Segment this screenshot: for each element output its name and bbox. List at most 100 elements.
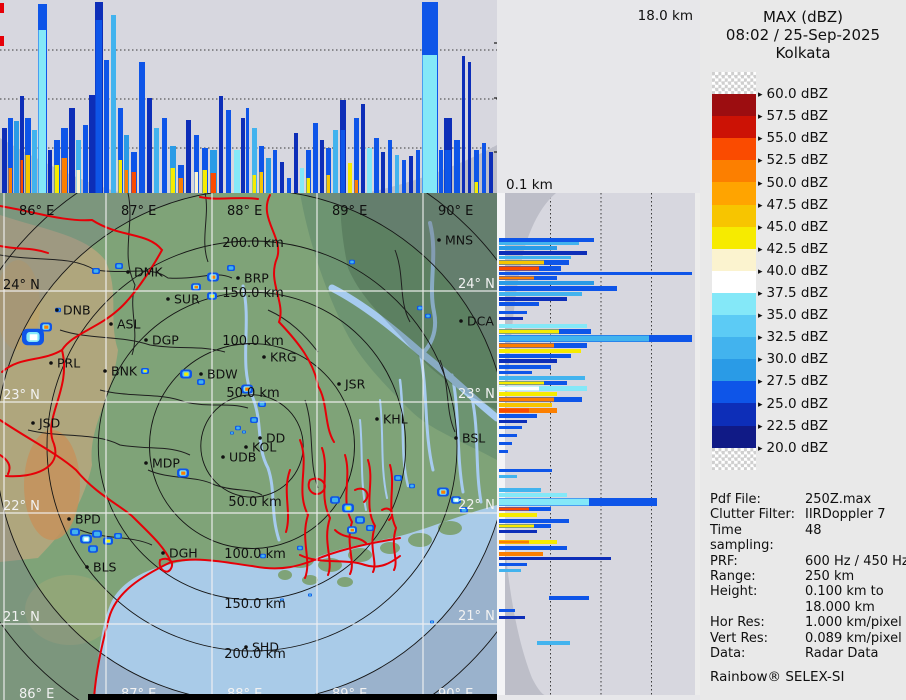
station-label-BNK: BNK [111, 364, 138, 379]
echo-bar [499, 563, 527, 566]
metadata-label: PRF: [710, 553, 738, 569]
station-dot-UDB [221, 455, 225, 459]
lat-labels-right-item: 21° N [458, 609, 495, 624]
station-dot-BSL [454, 436, 458, 440]
station-dot-PRL [49, 361, 53, 365]
echo-spike [361, 104, 365, 193]
legend-swatch [712, 248, 756, 271]
echo-spike-core [444, 150, 451, 193]
echo-spike [83, 125, 88, 193]
product-station: Kolkata [775, 44, 831, 62]
echo-bar-core [499, 540, 529, 544]
metadata-value: 1.000 km/pixel [805, 615, 902, 631]
echo-bar [499, 450, 508, 453]
station-label-DGP: DGP [152, 333, 179, 348]
legend-swatch [712, 226, 756, 249]
echo-spike-core [306, 178, 310, 193]
echo-bar [499, 302, 539, 306]
echo-spike [219, 96, 223, 193]
legend-arrow-icon: ▸ [758, 355, 763, 366]
echo-bar-core [499, 386, 539, 391]
echo-spike-core [54, 165, 59, 193]
legend-arrow-icon: ▸ [758, 289, 763, 299]
echo-spike [489, 152, 493, 193]
station-label-UDB: UDB [229, 450, 256, 465]
echo-bar [499, 414, 537, 418]
legend-label-text: 20.0 dBZ [766, 439, 828, 456]
legend-swatch [712, 403, 756, 426]
legend-label: ▸ 42.5 dBZ [758, 241, 828, 257]
echo-spike [482, 143, 486, 193]
lon-labels-top-item: 90° E [438, 204, 473, 219]
ring-labels-top-item: 150.0 km [222, 286, 284, 301]
software-brand: Rainbow® SELEX-SI [710, 669, 845, 686]
echo-spike [14, 121, 19, 193]
ring-labels-top-item: 200.0 km [222, 236, 284, 251]
height-min-label: 0.1 km [506, 177, 553, 193]
echo-spike [454, 140, 460, 193]
echo-spike [300, 168, 304, 193]
echo-bar [499, 238, 594, 242]
echo-bar-core [499, 276, 534, 280]
echo-spike [69, 108, 75, 193]
echo-bar [499, 359, 557, 363]
echo-bar [499, 609, 515, 612]
echo-bar [499, 569, 521, 572]
metadata-row: 18.000 km [710, 600, 902, 615]
echo-blob-core [346, 506, 351, 510]
legend-label-text: 22.5 dBZ [766, 417, 828, 434]
echo-blob-core [441, 490, 446, 494]
legend-label: ▸ 32.5 dBZ [758, 329, 828, 345]
echo-spike [139, 62, 145, 193]
station-dot-JSD [31, 421, 35, 425]
station-dot-KHL [375, 417, 379, 421]
echo-bar [499, 493, 567, 497]
echo-blob-core [84, 537, 89, 541]
echo-blob-core [350, 528, 354, 532]
echo-bar [499, 434, 517, 437]
lon-labels-top-item: 88° E [227, 204, 262, 219]
lat-labels-right-item: 23° N [458, 387, 495, 402]
echo-spike [367, 148, 372, 193]
legend-label: ▸ 22.5 dBZ [758, 418, 828, 434]
echo-bar-core [499, 335, 649, 342]
echo-spike-core [170, 168, 175, 193]
echo-blob-core [184, 372, 189, 376]
legend-swatch [712, 359, 756, 382]
echo-bar [499, 442, 512, 445]
ring-labels-bottom-item: 150.0 km [224, 597, 286, 612]
ring-labels-top-item: 100.0 km [222, 334, 284, 349]
echo-spike [89, 95, 95, 193]
station-dot-MDP [144, 461, 148, 465]
station-dot-MNS [437, 238, 441, 242]
legend-swatch [712, 94, 756, 117]
echo-blob-mid [395, 476, 401, 480]
echo-spike [266, 158, 271, 193]
legend-label: ▸ 30.0 dBZ [758, 351, 828, 367]
station-label-BSL: BSL [462, 431, 485, 446]
echo-bar-core [499, 329, 559, 334]
echo-spike-core [20, 160, 23, 193]
echo-spike [348, 163, 352, 193]
echo-blob-mid [242, 431, 246, 433]
legend-swatch [712, 425, 756, 448]
echo-blob-mid [350, 260, 354, 264]
echo-blob-mid [198, 380, 204, 384]
echo-bar [499, 557, 611, 560]
height-max-label: 18.0 km [638, 8, 693, 24]
legend-label-text: 40.0 dBZ [766, 262, 828, 279]
echo-bar [499, 616, 525, 619]
echo-spike [333, 130, 338, 193]
echo-bar [499, 426, 522, 429]
echo-spike-core [124, 170, 128, 193]
station-dot-BLS [85, 565, 89, 569]
echo-bar [499, 292, 582, 296]
station-label-MDP: MDP [152, 456, 180, 471]
ring-labels-top-item: 50.0 km [226, 386, 279, 401]
metadata-row: Hor Res: 1.000 km/pixel [710, 615, 902, 630]
echo-bar [499, 349, 581, 353]
legend-arrow-icon: ▸ [758, 90, 763, 101]
echo-blob-mid [357, 517, 363, 523]
echo-spike [226, 110, 231, 193]
echo-blob-core [106, 539, 110, 543]
